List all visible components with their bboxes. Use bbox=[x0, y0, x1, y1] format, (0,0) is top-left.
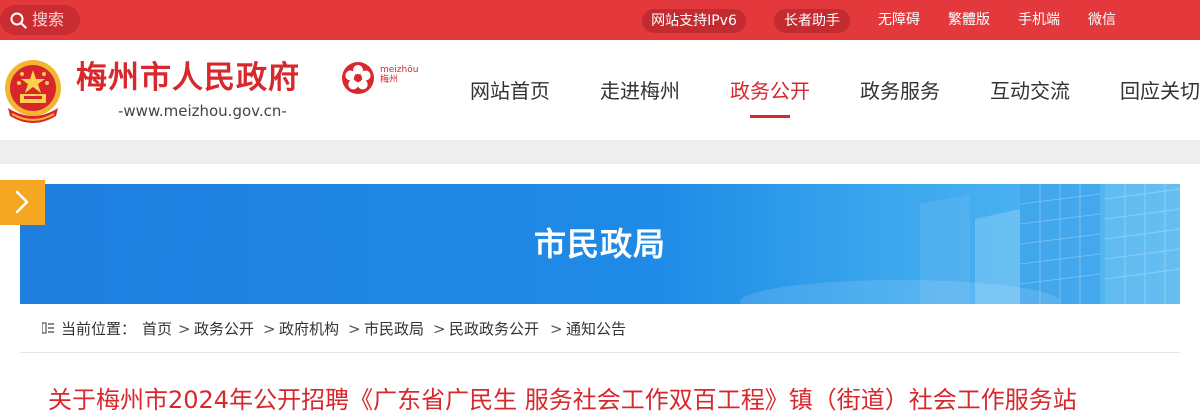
elder-assistant-button[interactable]: 长者助手 bbox=[774, 9, 850, 33]
mobile-link[interactable]: 手机端 bbox=[1018, 0, 1060, 40]
breadcrumb-home[interactable]: 首页 bbox=[142, 319, 172, 339]
ipv6-link[interactable]: 网站支持IPv6 bbox=[642, 9, 746, 33]
breadcrumb-label: 当前位置： bbox=[61, 320, 137, 338]
sidebar-toggle-button[interactable] bbox=[0, 180, 45, 225]
nav-home[interactable]: 网站首页 bbox=[470, 78, 550, 104]
meizhou-logo-text: meizhōu 梅州 bbox=[380, 65, 418, 85]
breadcrumb-government-affairs[interactable]: 政务公开 bbox=[194, 319, 254, 339]
department-banner: 市民政局 bbox=[20, 184, 1180, 304]
breadcrumb-notices[interactable]: 通知公告 bbox=[566, 319, 626, 339]
nav-government-affairs[interactable]: 政务公开 bbox=[730, 78, 810, 104]
breadcrumb-separator: > bbox=[263, 320, 276, 338]
chevron-right-icon bbox=[15, 190, 29, 214]
site-domain: -www.meizhou.gov.cn- bbox=[118, 102, 287, 120]
breadcrumb-civil-affairs-disclosure[interactable]: 民政政务公开 bbox=[449, 319, 539, 339]
breadcrumb-government-agencies[interactable]: 政府机构 bbox=[279, 319, 339, 339]
breadcrumb: 当前位置： 首页 > 政务公开 > 政府机构 > 市民政局 > 民政政务公开 >… bbox=[20, 304, 1180, 353]
breadcrumb-separator: > bbox=[178, 320, 191, 338]
breadcrumb-civil-affairs-bureau[interactable]: 市民政局 bbox=[364, 319, 424, 339]
header-divider-strip bbox=[0, 140, 1200, 164]
breadcrumb-separator: > bbox=[433, 320, 446, 338]
nav-responses[interactable]: 回应关切 bbox=[1120, 78, 1200, 104]
article-title: 关于梅州市2024年公开招聘《广东省广民生 服务社会工作双百工程》镇（街道）社会… bbox=[48, 386, 1077, 414]
traditional-chinese-link[interactable]: 繁體版 bbox=[948, 0, 990, 40]
breadcrumb-separator: > bbox=[550, 320, 563, 338]
nav-interaction[interactable]: 互动交流 bbox=[990, 78, 1070, 104]
top-bar: 搜索 网站支持IPv6 长者助手 无障碍 繁體版 手机端 微信 bbox=[0, 0, 1200, 40]
national-emblem-icon[interactable] bbox=[0, 56, 66, 128]
nav-active-indicator bbox=[750, 115, 790, 118]
site-name[interactable]: 梅州市人民政府 bbox=[76, 58, 300, 98]
search-placeholder: 搜索 bbox=[32, 10, 65, 29]
search-icon bbox=[10, 12, 27, 29]
meizhou-logo-chinese: 梅州 bbox=[380, 75, 399, 85]
breadcrumb-separator: > bbox=[348, 320, 361, 338]
wechat-link[interactable]: 微信 bbox=[1088, 0, 1116, 40]
location-list-icon bbox=[42, 322, 54, 334]
banner-title: 市民政局 bbox=[533, 225, 666, 263]
meizhou-logo-pinyin: meizhōu bbox=[380, 65, 419, 75]
search-box[interactable]: 搜索 bbox=[0, 5, 80, 35]
meizhou-flower-logo-icon bbox=[342, 62, 374, 94]
accessibility-link[interactable]: 无障碍 bbox=[878, 0, 920, 40]
nav-about-meizhou[interactable]: 走进梅州 bbox=[600, 78, 680, 104]
nav-government-services[interactable]: 政务服务 bbox=[860, 78, 940, 104]
